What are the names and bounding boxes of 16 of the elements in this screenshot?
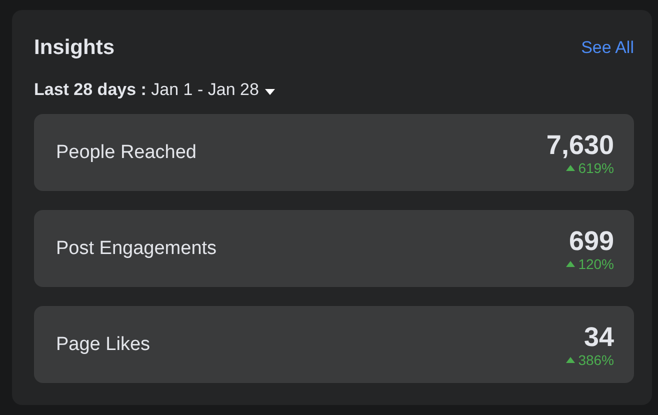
metric-label: Page Likes — [56, 334, 150, 356]
metric-card[interactable]: Post Engagements 699 120% — [34, 210, 634, 287]
see-all-link[interactable]: See All — [581, 38, 634, 58]
metric-label: People Reached — [56, 142, 196, 164]
change-percent: 619% — [578, 160, 614, 176]
section-title: Insights — [34, 36, 115, 60]
metric-card[interactable]: Page Likes 34 386% — [34, 306, 634, 383]
metric-value: 699 — [568, 226, 614, 256]
metric-label: Post Engagements — [56, 238, 217, 260]
metric-value: 34 — [584, 322, 614, 352]
change-percent: 386% — [578, 352, 614, 368]
metric-value: 7,630 — [546, 130, 614, 160]
change-percent: 120% — [578, 256, 614, 272]
date-range[interactable]: Last 28 days : Jan 1 - Jan 28 — [34, 80, 259, 100]
caret-icon[interactable] — [264, 88, 276, 96]
metric-card[interactable]: People Reached 7,630 619% — [34, 114, 634, 191]
